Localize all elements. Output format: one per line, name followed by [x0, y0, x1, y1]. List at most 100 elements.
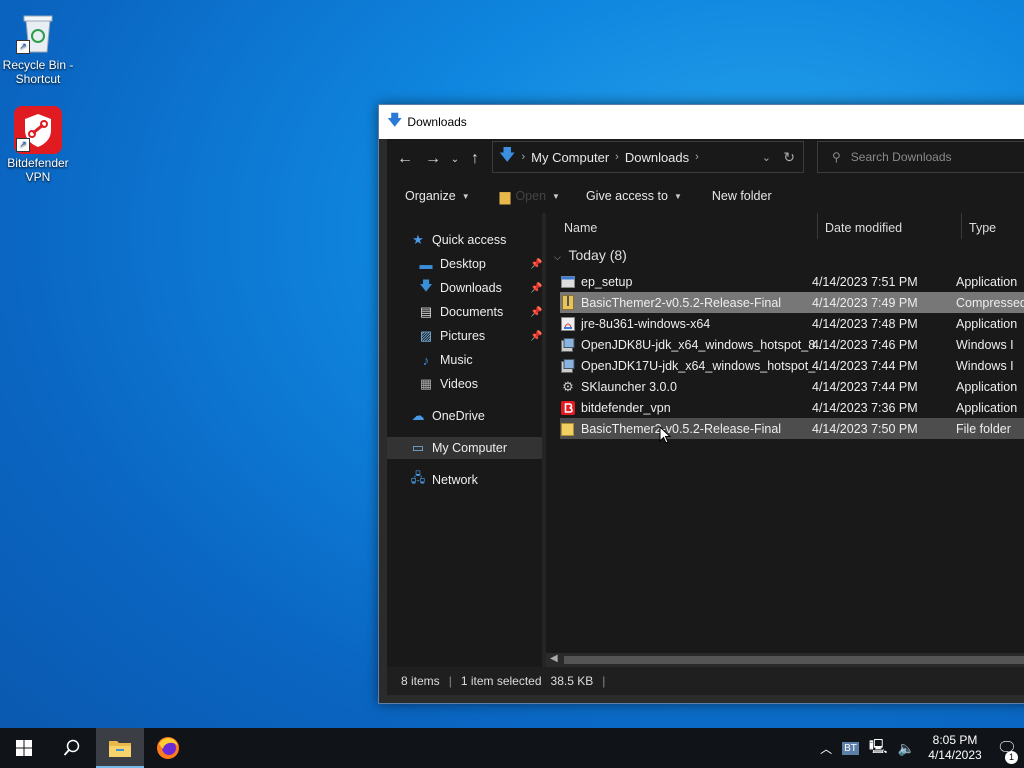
- status-separator: |: [602, 674, 606, 688]
- address-bar[interactable]: 🡇 › My Computer › Downloads › ⌄ ↻: [492, 141, 804, 173]
- nav-onedrive[interactable]: ☁ OneDrive: [409, 405, 485, 427]
- scroll-left-arrow-icon[interactable]: ◀: [550, 653, 558, 664]
- recent-locations-chevron-icon[interactable]: ⌄: [447, 154, 463, 165]
- zip-icon: [560, 295, 576, 310]
- nav-desktop[interactable]: ▬ Desktop 📌: [417, 253, 543, 275]
- pin-icon[interactable]: 📌: [530, 283, 542, 294]
- nav-label: Music: [440, 353, 473, 367]
- file-row[interactable]: OpenJDK8U-jdk_x64_windows_hotspot_8... 4…: [560, 334, 1024, 355]
- show-hidden-icons-chevron-icon[interactable]: ︿: [820, 740, 832, 757]
- nav-music[interactable]: ♪ Music: [417, 349, 473, 371]
- desktop-icon-bitdefender-vpn[interactable]: ↗ Bitdefender VPN: [0, 106, 78, 184]
- file-type: Application: [956, 400, 1018, 415]
- file-row[interactable]: bitdefender_vpn 4/14/2023 7:36 PM Applic…: [560, 397, 1024, 418]
- taskbar-firefox[interactable]: [144, 728, 192, 768]
- file-row[interactable]: OpenJDK17U-jdk_x64_windows_hotspot_... 4…: [560, 355, 1024, 376]
- file-row[interactable]: BasicThemer2-v0.5.2-Release-Final 4/14/2…: [560, 292, 1024, 313]
- nav-network[interactable]: 🖧 Network: [409, 469, 478, 491]
- file-name: jre-8u361-windows-x64: [581, 316, 711, 331]
- shortcut-arrow-icon: ↗: [16, 40, 30, 54]
- group-header-today[interactable]: ⌵ Today (8): [554, 247, 627, 263]
- firefox-icon: [157, 737, 179, 759]
- folder-icon: [109, 741, 131, 757]
- nav-documents[interactable]: ▤ Documents 📌: [417, 301, 543, 323]
- app-icon: [560, 274, 576, 289]
- back-arrow-icon[interactable]: ←: [391, 150, 419, 168]
- search-box[interactable]: ⚲ Search Downloads: [817, 141, 1024, 173]
- address-dropdown-icon[interactable]: ⌄: [762, 151, 771, 164]
- file-date: 4/14/2023 7:44 PM: [812, 379, 918, 394]
- network-icon: 🖧: [410, 470, 426, 485]
- installer-icon: [560, 337, 576, 352]
- column-headers: Name Date modified Type: [546, 213, 1024, 243]
- file-date: 4/14/2023 7:50 PM: [812, 421, 918, 436]
- clock-time: 8:05 PM: [932, 733, 978, 747]
- caret-down-icon: ▼: [552, 191, 560, 201]
- file-type: Application: [956, 274, 1018, 289]
- folder-open-icon: ▆: [499, 187, 511, 204]
- search-button[interactable]: [48, 728, 96, 768]
- pin-icon[interactable]: 📌: [530, 331, 542, 342]
- up-arrow-icon[interactable]: ↑: [463, 150, 487, 168]
- column-divider[interactable]: [961, 213, 962, 239]
- file-row[interactable]: jre-8u361-windows-x64 4/14/2023 7:48 PM …: [560, 313, 1024, 334]
- nav-videos[interactable]: ▦ Videos: [417, 373, 478, 395]
- column-divider[interactable]: [817, 213, 818, 239]
- file-type: Application: [956, 379, 1018, 394]
- clock[interactable]: 8:05 PM 4/14/2023: [920, 733, 990, 763]
- folder-icon: [560, 421, 576, 436]
- window-title: Downloads: [407, 115, 467, 129]
- refresh-icon[interactable]: ↻: [783, 149, 795, 166]
- column-header-date[interactable]: Date modified: [825, 221, 902, 235]
- horizontal-scrollbar[interactable]: ◀: [546, 653, 1024, 667]
- scrollbar-thumb[interactable]: [564, 656, 1024, 664]
- title-bar[interactable]: 🡇 Downloads: [379, 105, 1024, 139]
- nav-label: Documents: [440, 305, 504, 319]
- pin-icon[interactable]: 📌: [530, 259, 542, 270]
- open-button[interactable]: ▆ Open ▼: [500, 188, 560, 205]
- search-icon: ⚲: [832, 150, 841, 164]
- new-folder-button[interactable]: New folder: [712, 189, 772, 203]
- give-access-button[interactable]: Give access to ▼: [586, 189, 682, 203]
- desktop-icon-recycle-bin[interactable]: ↗ Recycle Bin - Shortcut: [0, 8, 78, 86]
- column-header-name[interactable]: Name: [564, 221, 597, 235]
- file-type: Windows I: [956, 337, 1014, 352]
- bitdefender-tray-icon[interactable]: BT: [842, 741, 859, 755]
- taskbar-file-explorer[interactable]: [96, 728, 144, 768]
- organize-button[interactable]: Organize ▼: [405, 189, 470, 203]
- breadcrumb-my-computer[interactable]: My Computer: [531, 150, 609, 165]
- search-icon: [63, 739, 80, 756]
- file-row[interactable]: ⚙ SKlauncher 3.0.0 4/14/2023 7:44 PM App…: [560, 376, 1024, 397]
- forward-arrow-icon[interactable]: →: [419, 150, 447, 168]
- file-row[interactable]: BasicThemer2-v0.5.2-Release-Final 4/14/2…: [560, 418, 1024, 439]
- downloads-location-icon: 🡇: [499, 146, 516, 164]
- action-center-button[interactable]: 🗨 1: [990, 738, 1024, 764]
- start-button[interactable]: [0, 728, 48, 768]
- nav-quick-access[interactable]: ★ Quick access: [409, 229, 506, 251]
- nav-label: Desktop: [440, 257, 486, 271]
- give-access-label: Give access to: [585, 189, 668, 203]
- desktop-icon: ▬: [419, 256, 433, 272]
- network-icon[interactable]: 🖳: [869, 736, 888, 760]
- star-icon: ★: [412, 232, 424, 247]
- nav-downloads[interactable]: 🡇 Downloads 📌: [417, 277, 542, 299]
- nav-label: Quick access: [432, 233, 507, 247]
- breadcrumb-downloads[interactable]: Downloads: [625, 150, 689, 165]
- pin-icon[interactable]: 📌: [530, 307, 542, 318]
- file-type: Compressed: [956, 295, 1024, 310]
- volume-icon[interactable]: 🔈: [898, 740, 915, 757]
- group-label: Today (8): [568, 247, 627, 263]
- open-label: Open: [515, 189, 547, 203]
- nav-my-computer[interactable]: ▭ My Computer: [387, 437, 542, 459]
- column-header-type[interactable]: Type: [969, 221, 996, 235]
- file-date: 4/14/2023 7:44 PM: [812, 358, 918, 373]
- file-name: BasicThemer2-v0.5.2-Release-Final: [581, 295, 782, 310]
- file-date: 4/14/2023 7:51 PM: [812, 274, 918, 289]
- file-date: 4/14/2023 7:48 PM: [812, 316, 918, 331]
- file-row[interactable]: ep_setup 4/14/2023 7:51 PM Application: [560, 271, 1024, 292]
- window-body: ← → ⌄ ↑ 🡇 › My Computer › Downloads › ⌄ …: [387, 139, 1024, 695]
- status-selected: 1 item selected: [460, 674, 542, 688]
- nav-pictures[interactable]: ▨ Pictures 📌: [417, 325, 543, 347]
- shortcut-arrow-icon: ↗: [16, 138, 30, 152]
- caret-down-icon: ▼: [461, 191, 470, 201]
